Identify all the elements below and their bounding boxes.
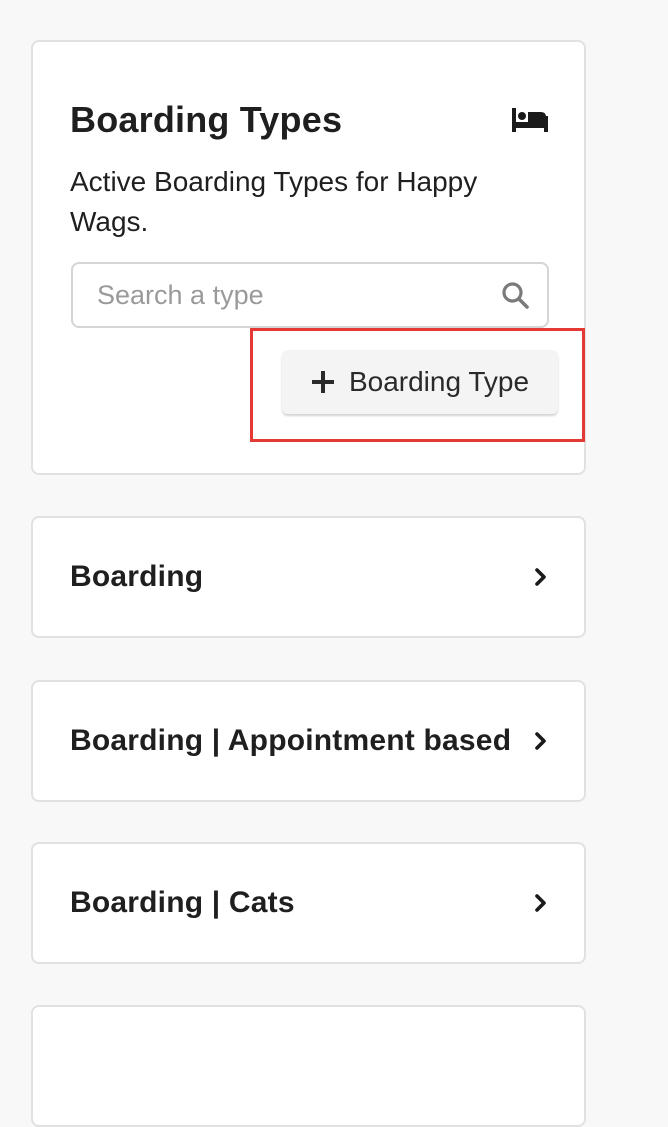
chevron-right-icon <box>535 732 546 750</box>
page-description: Active Boarding Types for Happy Wags. <box>70 166 478 237</box>
list-item-label: Boarding | Cats <box>70 886 295 919</box>
list-item-boarding-cats[interactable]: Boarding | Cats <box>31 842 586 964</box>
list-item-partial[interactable] <box>31 1005 586 1127</box>
search-icon[interactable] <box>501 281 529 309</box>
search-box <box>71 262 549 328</box>
list-item-boarding[interactable]: Boarding <box>31 516 586 638</box>
list-item-boarding-appointment-based[interactable]: Boarding | Appointment based <box>31 680 586 802</box>
bed-icon <box>512 108 548 132</box>
list-item-label: Boarding <box>70 560 204 593</box>
search-input[interactable] <box>97 279 501 311</box>
chevron-right-icon <box>535 894 546 912</box>
list-item-label: Boarding | Appointment based <box>70 724 512 757</box>
highlight-annotation <box>250 328 585 442</box>
page-title: Boarding Types <box>70 99 343 140</box>
title-row: Boarding Types <box>70 99 548 140</box>
chevron-right-icon <box>535 568 546 586</box>
